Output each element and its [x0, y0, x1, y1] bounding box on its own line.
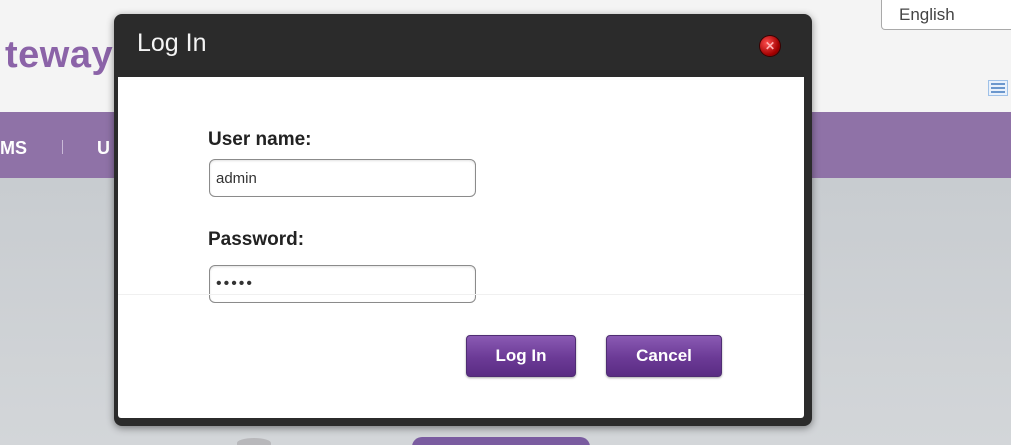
close-icon[interactable]: ✕ [760, 36, 780, 56]
menu-icon[interactable] [988, 80, 1008, 96]
password-input[interactable] [209, 265, 476, 303]
nav-item-sms[interactable]: MS [0, 138, 27, 159]
login-dialog: Log In ✕ User name: Password: Log In Can… [114, 14, 812, 426]
username-input[interactable] [209, 159, 476, 197]
dialog-title: Log In [137, 29, 207, 57]
nav-item-u[interactable]: U [97, 138, 110, 159]
divider [118, 294, 804, 295]
nav-separator [62, 140, 63, 154]
username-label: User name: [208, 129, 312, 150]
language-select[interactable]: English [881, 0, 1011, 30]
menu-line [991, 91, 1005, 93]
cancel-button[interactable]: Cancel [606, 335, 722, 377]
password-label: Password: [208, 229, 305, 250]
dialog-body: User name: Password: Log In Cancel [118, 77, 804, 418]
menu-line [991, 87, 1005, 89]
background-shape [237, 438, 271, 445]
login-button[interactable]: Log In [466, 335, 576, 377]
menu-line [991, 83, 1005, 85]
router-login-page: teway English MS U Log In ✕ User name: P… [0, 0, 1011, 445]
background-button [412, 437, 590, 445]
brand-title: teway [5, 34, 114, 76]
